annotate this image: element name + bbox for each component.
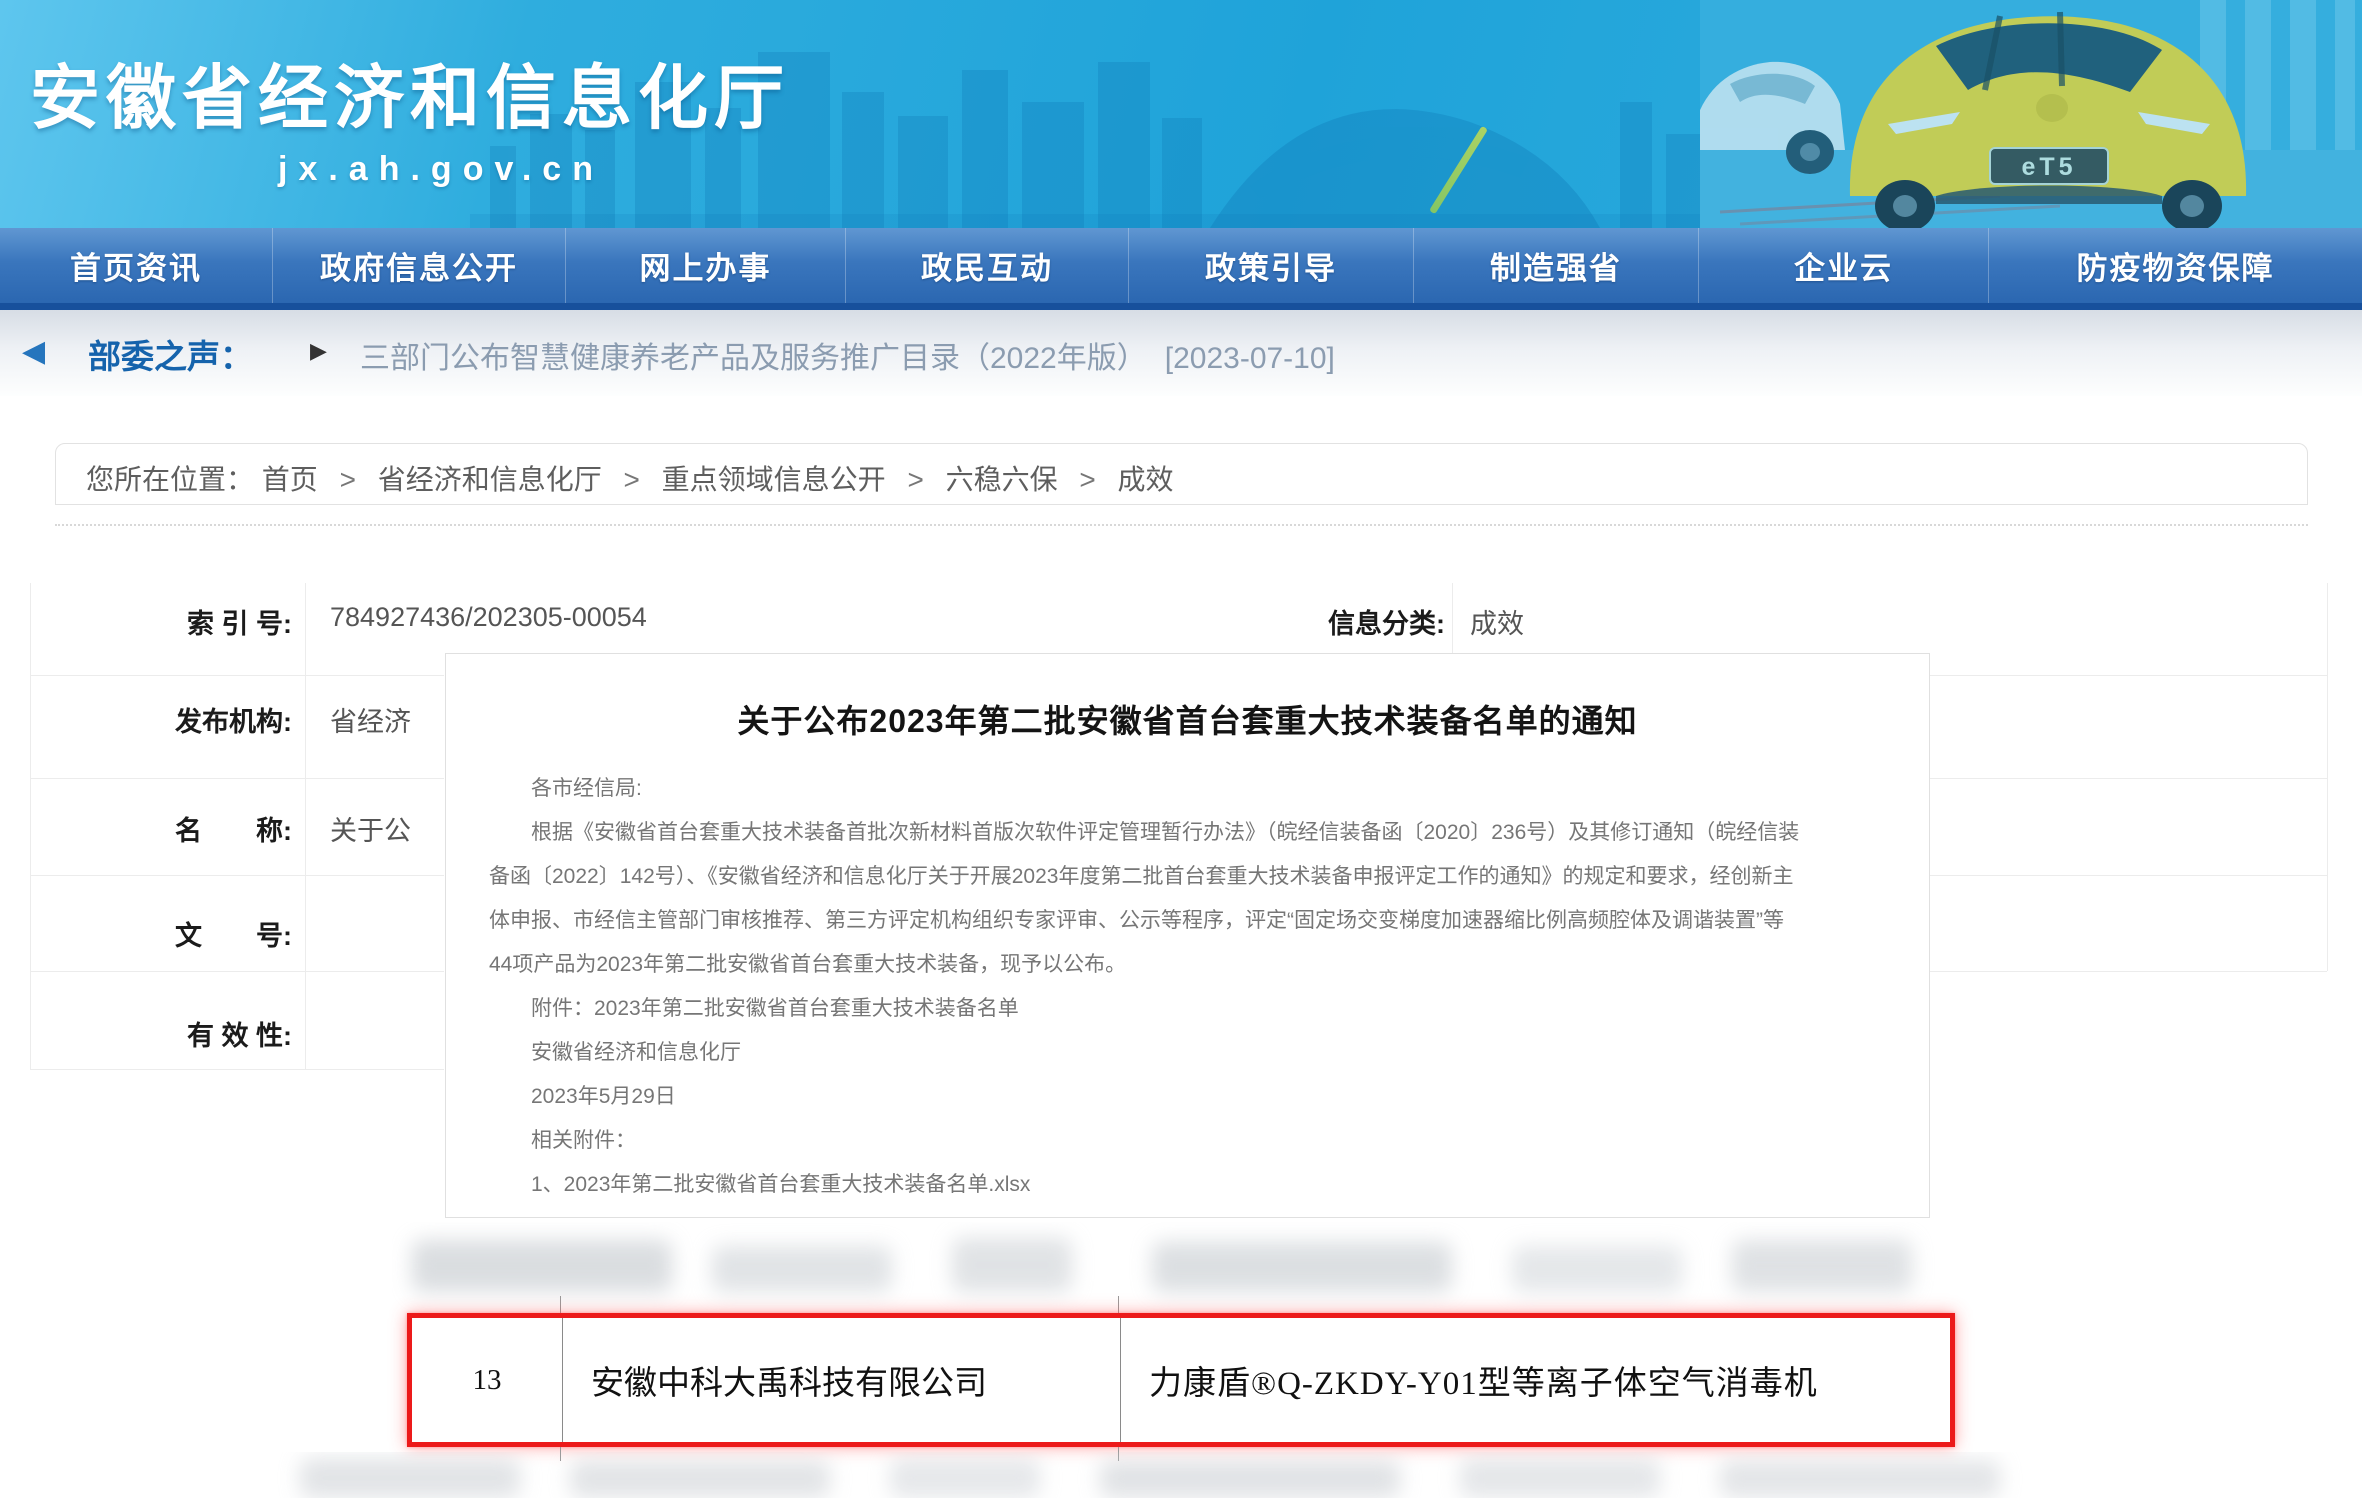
notice-line: 备函〔2022〕142号）、《安徽省经济和信息化厅关于开展2023年度第二批首台… [489,855,1886,899]
ticker-prev-icon[interactable]: ◀ [22,334,45,369]
nav-item-cloud[interactable]: 企业云 [1698,228,1988,303]
meta-row-line [30,875,444,876]
ticker-date: [2023-07-10] [1165,342,1335,375]
meta-value-category: 成效 [1470,602,1524,641]
row-number-cell: 13 [412,1318,562,1442]
dotted-divider [55,524,2308,526]
meta-right-border [2327,583,2328,971]
notice-line: 体申报、市经信主管部门审核推荐、第三方评定机构组织专家评审、公示等程序，评定“固… [489,899,1886,943]
notice-line: 根据《安徽省首台套重大技术装备首批次新材料首版次软件评定管理暂行办法》（皖经信装… [489,811,1886,855]
related-attachments-label: 相关附件： [489,1119,1886,1163]
meta-label-docno: 文 号: [30,914,292,953]
nav-item-interaction[interactable]: 政民互动 [845,228,1128,303]
breadcrumb-box: 您所在位置： 首页 > 省经济和信息化厅 > 重点领域信息公开 > 六稳六保 >… [55,443,2308,505]
nav-item-home[interactable]: 首页资讯 [0,228,272,303]
meta-row-line [30,1069,444,1070]
site-domain: jx.ah.gov.cn [278,150,604,189]
notice-issuer: 安徽省经济和信息化厅 [489,1031,1886,1075]
site-title: 安徽省经济和信息化厅 [30,42,790,143]
meta-value-name: 关于公 [330,809,411,848]
meta-row-line-right [1929,875,2327,876]
blurred-table-content [392,1222,1938,1310]
notice-date: 2023年5月29日 [489,1075,1886,1119]
ticker-headline-text: 三部门公布智慧健康养老产品及服务推广目录（2022年版） [360,342,1147,375]
meta-label-validity: 有 效 性: [30,1014,292,1053]
nav-item-manufacture[interactable]: 制造强省 [1413,228,1698,303]
notice-body: 各市经信局: 根据《安徽省首台套重大技术装备首批次新材料首版次软件评定管理暂行办… [489,767,1886,1207]
meta-row-line [30,778,444,779]
breadcrumb-dept[interactable]: 省经济和信息化厅 [378,464,602,495]
ticker-arrow-icon: ▶ [310,338,327,364]
notice-document-card: 关于公布2023年第二批安徽省首台套重大技术装备名单的通知 各市经信局: 根据《… [445,653,1930,1218]
meta-label-category: 信息分类: [1295,602,1445,641]
nav-item-gov-info[interactable]: 政府信息公开 [272,228,565,303]
table-gridline-stub [1118,1296,1119,1313]
page: eT5 安徽省经济和信息化厅 jx.ah.gov.cn 首页资讯 政府信息公开 … [0,0,2362,1498]
breadcrumb-prefix: 您所在位置： [86,464,254,495]
table-gridline-stub [560,1296,561,1313]
site-banner: eT5 安徽省经济和信息化厅 jx.ah.gov.cn [0,0,2362,228]
meta-label-agency: 发布机构: [30,700,292,739]
nav-bottom-strip [0,303,2362,310]
blurred-bottom-content [270,1452,2105,1498]
notice-title: 关于公布2023年第二批安徽省首台套重大技术装备名单的通知 [446,696,1929,742]
breadcrumb: 您所在位置： 首页 > 省经济和信息化厅 > 重点领域信息公开 > 六稳六保 >… [86,458,1174,498]
meta-row-line [30,971,444,972]
notice-attachment-ref: 附件：2023年第二批安徽省首台套重大技术装备名单 [489,987,1886,1031]
meta-row-line-right [1929,675,2327,676]
highlighted-table-row: 13 安徽中科大禹科技有限公司 力康盾®Q-ZKDY-Y01型等离子体空气消毒机 [407,1313,1955,1447]
row-company-cell: 安徽中科大禹科技有限公司 [562,1318,1120,1442]
notice-line: 各市经信局: [489,767,1886,811]
breadcrumb-six[interactable]: 六稳六保 [946,464,1058,495]
meta-row-line-right [1929,778,2327,779]
breadcrumb-separator: > [624,464,640,495]
main-nav: 首页资讯 政府信息公开 网上办事 政民互动 政策引导 制造强省 企业云 防疫物资… [0,228,2362,303]
ticker-section-label: 部委之声： [88,330,253,378]
nav-item-epidemic[interactable]: 防疫物资保障 [1988,228,2362,303]
breadcrumb-separator: > [1079,464,1095,495]
factory-car-photo: eT5 [1700,0,2362,228]
meta-row-line-right [1929,971,2327,972]
breadcrumb-key-info[interactable]: 重点领域信息公开 [662,464,886,495]
meta-value-agency: 省经济 [330,700,411,739]
meta-col-divider [305,583,306,1069]
news-ticker: ◀ 部委之声： ▶ 三部门公布智慧健康养老产品及服务推广目录（2022年版） [2… [0,310,2362,396]
notice-line: 44项产品为2023年第二批安徽省首台套重大技术装备，现予以公布。 [489,943,1886,987]
breadcrumb-separator: > [340,464,356,495]
meta-label-index: 索 引 号: [30,602,292,641]
nav-item-policy[interactable]: 政策引导 [1128,228,1413,303]
breadcrumb-separator: > [907,464,923,495]
breadcrumb-result[interactable]: 成效 [1118,464,1174,495]
meta-value-index: 784927436/202305-00054 [330,602,647,633]
attachment-xlsx-link[interactable]: 1、2023年第二批安徽省首台套重大技术装备名单.xlsx [489,1163,1886,1207]
row-product-cell: 力康盾®Q-ZKDY-Y01型等离子体空气消毒机 [1120,1318,1950,1442]
breadcrumb-home[interactable]: 首页 [262,464,318,495]
meta-label-name: 名 称: [30,809,292,848]
meta-row-line [30,675,444,676]
ticker-headline-link[interactable]: 三部门公布智慧健康养老产品及服务推广目录（2022年版） [2023-07-10] [360,333,1335,377]
nav-item-online[interactable]: 网上办事 [565,228,845,303]
